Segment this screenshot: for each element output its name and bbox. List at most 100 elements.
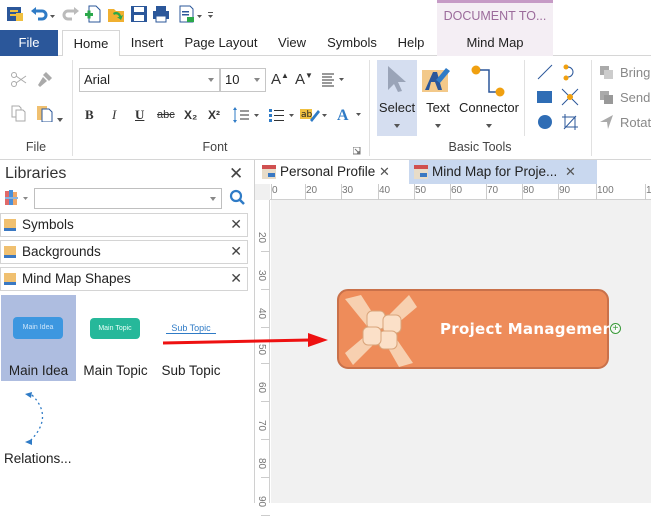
tab-symbols[interactable]: Symbols (322, 30, 382, 56)
chevron-down-icon[interactable] (210, 197, 216, 201)
add-subtopic-icon[interactable]: + (610, 323, 621, 334)
print-icon[interactable] (152, 5, 170, 23)
library-item-mind-map-shapes[interactable]: Mind Map Shapes ✕ (0, 267, 248, 291)
bold-button[interactable]: B (85, 106, 94, 124)
connection-point-icon[interactable] (561, 88, 579, 109)
ruler-tick (558, 184, 559, 200)
format-painter-icon[interactable] (36, 70, 54, 91)
search-icon[interactable] (229, 189, 245, 210)
ruler-corner (255, 184, 270, 200)
connector-icon (471, 65, 505, 97)
close-icon[interactable]: ✕ (230, 243, 242, 260)
bring-front-button[interactable]: Bring (620, 65, 650, 80)
doc-tab-label: Personal Profile (280, 164, 376, 179)
doc-tab-personal-profile[interactable]: Personal Profile ✕ (257, 160, 405, 184)
tab-view[interactable]: View (272, 30, 312, 56)
superscript-button[interactable]: X² (208, 106, 220, 124)
close-icon[interactable]: ✕ (379, 160, 390, 184)
shrink-font-icon[interactable]: A▼ (295, 71, 313, 88)
ruler-tick (645, 184, 646, 200)
subscript-button[interactable]: X₂ (184, 106, 197, 124)
close-icon[interactable]: ✕ (230, 270, 242, 287)
library-item-backgrounds[interactable]: Backgrounds ✕ (0, 240, 248, 264)
text-tool-button[interactable]: Text (420, 60, 456, 136)
ruler-label: 80 (523, 185, 535, 196)
copy-icon[interactable] (10, 104, 28, 125)
align-icon[interactable] (322, 73, 346, 90)
undo-dropdown-icon[interactable] (49, 5, 57, 23)
line-tool-icon[interactable] (536, 64, 554, 83)
send-back-icon[interactable] (600, 91, 614, 108)
paste-dropdown-icon[interactable] (57, 111, 64, 126)
font-color-icon[interactable]: A (336, 105, 364, 126)
doc-tab-label: Mind Map for Proje... (432, 164, 558, 179)
ruler-tick (261, 401, 270, 402)
underline-button[interactable]: U (135, 106, 144, 124)
ruler-tick (261, 477, 270, 478)
save-icon[interactable] (130, 5, 148, 23)
library-star-icon (4, 273, 16, 285)
connector-button[interactable]: Connector (458, 60, 520, 136)
bring-front-icon[interactable] (600, 66, 614, 83)
close-libraries-icon[interactable]: ✕ (229, 164, 243, 184)
svg-text:ab: ab (301, 110, 313, 120)
tab-file[interactable]: File (0, 30, 58, 56)
bullets-icon[interactable] (268, 106, 298, 127)
export-dropdown-icon[interactable] (196, 5, 204, 23)
highlight-icon[interactable]: ab (300, 106, 330, 127)
paste-icon[interactable] (36, 104, 54, 125)
ruler-tick (261, 289, 270, 290)
ruler-tick (341, 184, 342, 200)
curve-connector-icon[interactable] (561, 64, 579, 85)
library-search-input[interactable] (34, 188, 222, 209)
tab-mind-map[interactable]: Mind Map (437, 30, 553, 56)
new-document-icon[interactable] (84, 5, 102, 23)
send-back-button[interactable]: Send (620, 90, 650, 105)
node-text[interactable]: Project Management (440, 320, 621, 338)
select-button[interactable]: Select (377, 60, 417, 136)
line-spacing-icon[interactable] (232, 106, 262, 127)
ellipse-tool-icon[interactable] (536, 114, 554, 133)
strikethrough-button[interactable]: abc (157, 106, 175, 124)
rotate-button[interactable]: Rotat (620, 115, 651, 130)
ruler-label: 60 (451, 185, 463, 196)
doc-tab-mind-map[interactable]: Mind Map for Proje... ✕ (409, 160, 597, 184)
rotate-icon[interactable] (600, 115, 614, 132)
ruler-label: 0 (272, 185, 278, 196)
quick-access-toolbar (0, 0, 651, 30)
shape-relationship[interactable]: Relations... (0, 383, 75, 468)
font-size-combo[interactable]: 10 (220, 68, 266, 92)
export-icon[interactable] (178, 5, 196, 23)
close-icon[interactable]: ✕ (230, 216, 242, 233)
shape-main-topic[interactable]: Main Topic Main Topic (78, 295, 153, 381)
customize-toolbar-icon[interactable] (207, 5, 215, 23)
pointer-icon (388, 66, 406, 92)
library-item-symbols[interactable]: Symbols ✕ (0, 213, 248, 237)
rectangle-tool-icon[interactable] (536, 90, 554, 107)
undo-icon[interactable] (30, 5, 48, 23)
chevron-down-icon (208, 78, 214, 82)
arrow-line (162, 338, 311, 345)
grow-font-icon[interactable]: A▲ (271, 71, 289, 88)
open-icon[interactable] (107, 5, 125, 23)
shape-main-idea[interactable]: Main Idea Main Idea (1, 295, 76, 381)
redo-icon[interactable] (62, 5, 80, 23)
italic-button[interactable]: I (112, 106, 116, 124)
connector-label: Connector (459, 100, 519, 115)
ruler-tick (522, 184, 523, 200)
library-books-icon[interactable] (4, 189, 32, 210)
svg-text:A: A (337, 107, 349, 123)
ribbon-tabs: File Home Insert Page Layout View Symbol… (0, 30, 651, 57)
close-icon[interactable]: ✕ (565, 160, 576, 184)
ruler-label: 20 (256, 231, 268, 244)
cut-icon[interactable] (10, 70, 28, 91)
tab-insert[interactable]: Insert (124, 30, 170, 56)
tab-help[interactable]: Help (392, 30, 430, 56)
font-name-combo[interactable]: Arial (79, 68, 220, 92)
library-star-icon (4, 246, 16, 258)
ruler-label: 30 (256, 269, 268, 282)
crop-tool-icon[interactable] (561, 113, 579, 134)
tab-home[interactable]: Home (62, 30, 120, 57)
font-dialog-launcher-icon[interactable] (352, 143, 361, 158)
tab-page-layout[interactable]: Page Layout (180, 30, 262, 56)
